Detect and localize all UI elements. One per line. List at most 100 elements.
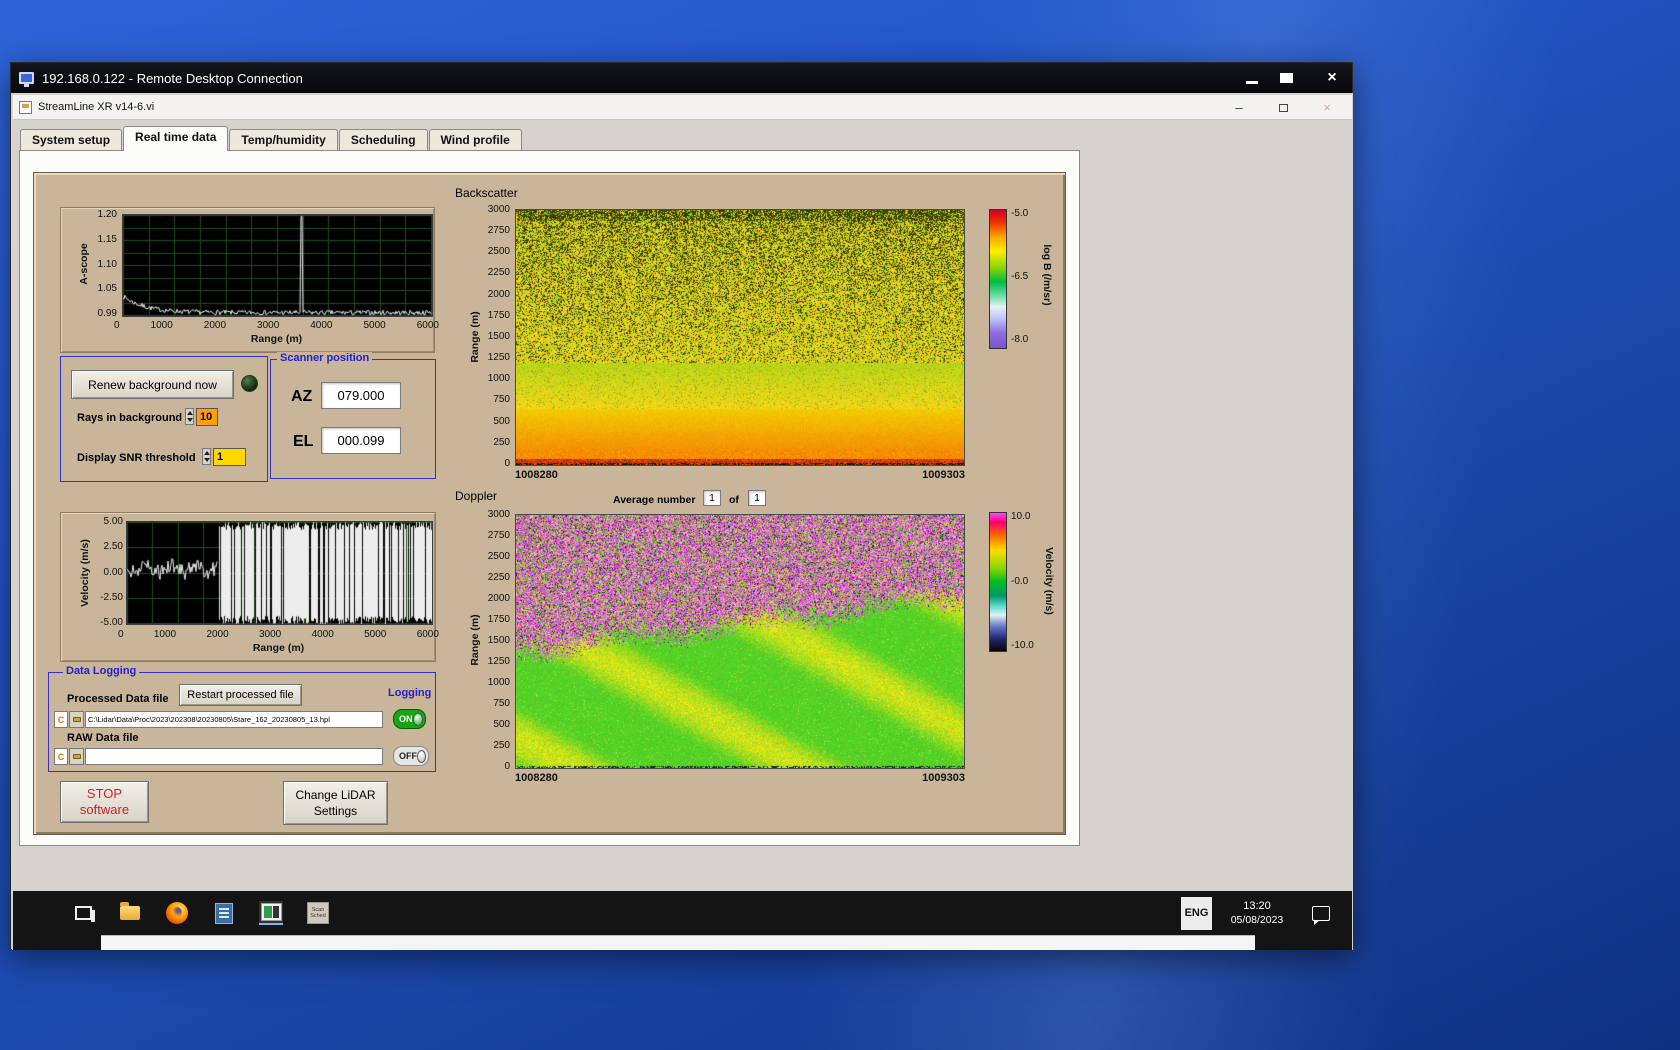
taskbar-clock[interactable]: 13:20 05/08/2023 <box>1218 899 1296 927</box>
text-app-icon[interactable] <box>212 901 236 925</box>
snr-threshold-label: Display SNR threshold <box>77 452 196 464</box>
rdp-window-title: 192.168.0.122 - Remote Desktop Connectio… <box>42 70 303 86</box>
file-explorer-icon[interactable] <box>118 901 142 925</box>
ascope-plot <box>122 214 433 317</box>
velocity-x-ticks: 0 1000 2000 3000 4000 5000 6000 <box>118 629 439 640</box>
tick-label: 5000 <box>364 629 387 640</box>
tick-label: 4000 <box>311 629 334 640</box>
processed-logging-toggle[interactable]: ON <box>393 709 426 729</box>
el-value-field[interactable]: 000.099 <box>321 427 401 454</box>
average-of-field[interactable]: 1 <box>748 490 766 506</box>
tick-label: 2500 <box>487 246 510 258</box>
tick-label: 2250 <box>487 572 510 583</box>
stop-line1: STOP <box>86 786 123 801</box>
rays-spinner[interactable] <box>185 408 194 425</box>
raw-logging-toggle[interactable]: OFF <box>393 746 429 766</box>
scan-scheduler-icon[interactable]: Scan Sched <box>306 901 330 925</box>
tick-label: 2000 <box>206 629 229 640</box>
tick-label: -5.00 <box>100 617 123 628</box>
tick-label: 0.99 <box>97 308 117 319</box>
labview-vi-icon <box>19 100 32 114</box>
backscatter-y-ticks: 3000 2750 2500 2250 2000 1750 1500 1250 1000 750 5… <box>478 204 510 469</box>
app-restore-button[interactable] <box>1274 100 1292 115</box>
tick-label: 1.10 <box>97 258 117 270</box>
tick-label: 5000 <box>363 320 386 331</box>
tab-wind-profile[interactable]: Wind profile <box>428 129 522 151</box>
ascope-y-ticks: 1.20 1.15 1.10 1.05 0.99 <box>89 209 117 319</box>
tab-temp-humidity[interactable]: Temp/humidity <box>229 129 338 151</box>
tick-label: 1.15 <box>97 233 117 245</box>
snr-value-field[interactable]: 1 <box>213 448 246 466</box>
toggle-knob <box>417 749 426 763</box>
el-label: EL <box>293 433 314 450</box>
stop-software-button[interactable]: STOP software <box>60 781 149 823</box>
tick-label: 2250 <box>487 267 510 279</box>
raw-path-field[interactable] <box>85 748 383 765</box>
rdp-titlebar[interactable]: 192.168.0.122 - Remote Desktop Connectio… <box>11 63 1352 93</box>
average-of-label: of <box>729 494 739 506</box>
tick-label: -6.5 <box>1011 271 1029 282</box>
tab-scheduling[interactable]: Scheduling <box>338 129 428 151</box>
tick-label: 3000 <box>259 629 282 640</box>
backscatter-colorbar-ticks: -5.0 -6.5 -8.0 <box>1011 208 1037 345</box>
background-controls-group: Renew background now Rays in background … <box>60 356 268 482</box>
rays-in-background-label: Rays in background <box>77 412 183 424</box>
streamline-app-icon[interactable] <box>259 901 283 925</box>
tick-label: 1.20 <box>97 209 117 220</box>
velocity-y-axis-label: Velocity (m/s) <box>79 539 91 607</box>
average-number-field[interactable]: 1 <box>703 490 721 506</box>
data-logging-title: Data Logging <box>63 665 140 677</box>
tick-label: 1.05 <box>97 283 117 295</box>
velocity-x-axis-label: Range (m) <box>252 642 305 654</box>
processed-path-field[interactable]: C:\Lidar\Data\Proc\2023\202308\20230805\… <box>85 711 383 728</box>
task-view-icon[interactable] <box>71 901 95 925</box>
tick-label: 2.50 <box>103 541 123 553</box>
backscatter-heatmap <box>515 209 965 466</box>
renew-status-led <box>241 375 258 392</box>
tick-label: 1750 <box>487 309 510 321</box>
stop-line2: software <box>79 802 130 817</box>
snr-spinner[interactable] <box>202 448 211 465</box>
processed-data-file-label: Processed Data file <box>67 693 169 705</box>
tick-label: -8.0 <box>1011 334 1029 345</box>
taskbar-time: 13:20 <box>1243 900 1271 912</box>
backscatter-x-end: 1009303 <box>922 469 965 481</box>
az-value-field[interactable]: 079.000 <box>321 382 401 409</box>
tick-label: 1000 <box>487 677 510 688</box>
processed-path-browse-button[interactable] <box>69 711 84 728</box>
app-close-button[interactable]: × <box>1318 100 1336 115</box>
system-tray: ENG 13:20 05/08/2023 <box>1181 891 1352 935</box>
language-indicator[interactable]: ENG <box>1181 896 1212 930</box>
tick-label: 4000 <box>310 320 333 331</box>
action-center-icon[interactable] <box>1312 905 1330 925</box>
processed-toggle-label: ON <box>399 714 413 724</box>
tick-label: 3000 <box>257 320 280 331</box>
backscatter-colorbar-label: log B (/m/sr) <box>1041 244 1053 306</box>
tick-label: 750 <box>493 394 510 406</box>
rdp-maximize-button[interactable] <box>1274 70 1298 87</box>
tick-label: 1500 <box>487 330 510 342</box>
tick-label: 6000 <box>416 320 439 331</box>
tick-label: 1250 <box>487 352 510 364</box>
firefox-icon[interactable] <box>165 901 189 925</box>
tab-real-time-data[interactable]: Real time data <box>123 126 229 151</box>
app-minimize-button[interactable]: – <box>1230 100 1248 115</box>
rdp-minimize-button[interactable] <box>1240 70 1264 87</box>
renew-background-button[interactable]: Renew background now <box>71 370 234 399</box>
ascope-x-ticks: 0 1000 2000 3000 4000 5000 6000 <box>114 320 439 331</box>
restart-processed-file-button[interactable]: Restart processed file <box>179 684 302 706</box>
tick-label: 1500 <box>487 635 510 646</box>
taskbar-lower-strip <box>13 935 1352 950</box>
tick-label: 0 <box>504 761 510 772</box>
raw-path-browse-button[interactable] <box>69 748 84 765</box>
tick-label: -10.0 <box>1011 640 1034 651</box>
change-lidar-settings-button[interactable]: Change LiDAR Settings <box>283 781 388 825</box>
rays-value-field[interactable]: 10 <box>196 408 218 426</box>
tick-label: 500 <box>493 719 510 730</box>
tab-strip: System setup Real time data Temp/humidity S… <box>20 126 523 151</box>
rdp-close-button[interactable]: × <box>1320 69 1344 87</box>
rdp-window: 192.168.0.122 - Remote Desktop Connectio… <box>10 62 1353 950</box>
app-titlebar[interactable]: StreamLine XR v14-6.vi – × <box>13 95 1352 120</box>
tab-system-setup[interactable]: System setup <box>20 129 123 151</box>
ascope-chart: A-scope 1.20 1.15 1.10 1.05 0.99 0 1000 2000 30… <box>60 207 439 353</box>
